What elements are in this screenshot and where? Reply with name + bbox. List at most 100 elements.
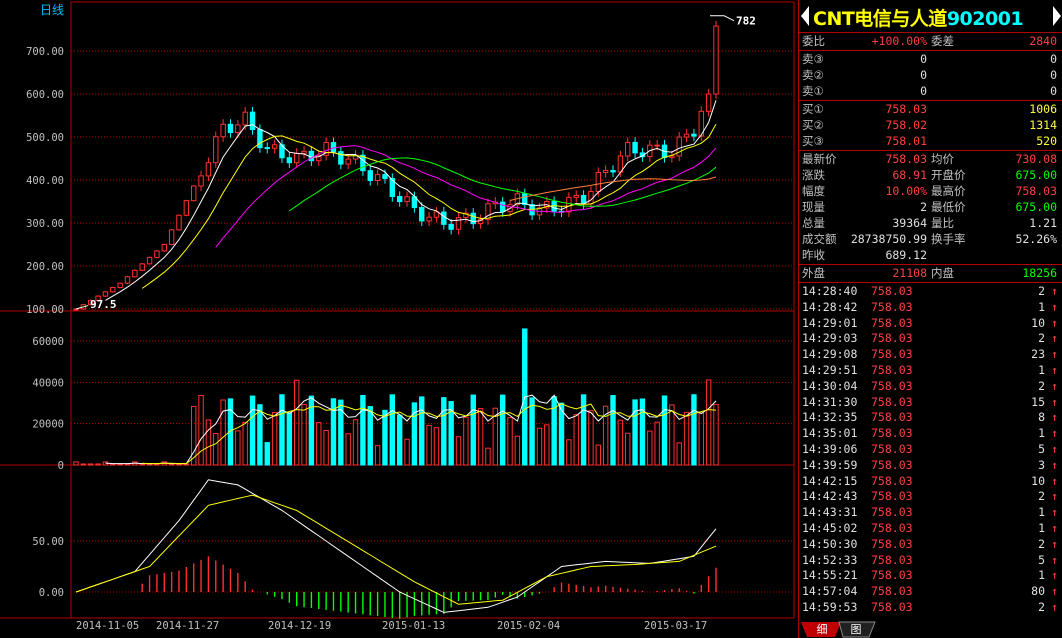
stat-value: 52.26% — [1015, 232, 1057, 246]
sell-level-volume: 0 — [1050, 84, 1057, 98]
tick-time: 14:42:43 — [802, 489, 858, 504]
volume-bar — [124, 463, 131, 466]
period-label: 日线 — [40, 3, 64, 17]
tick-direction-icon: ↑ — [1051, 410, 1058, 425]
tick-row[interactable]: 14:57:04 758.03 80 ↑ — [799, 583, 1061, 599]
stat-label: 换手率 — [931, 232, 966, 246]
tick-direction-icon: ↑ — [1051, 473, 1058, 488]
volume-bar — [168, 463, 175, 466]
candle-body — [573, 194, 579, 198]
macd-axis-label: 50.00 — [32, 536, 64, 548]
tick-time: 14:55:21 — [802, 568, 858, 583]
tick-row[interactable]: 14:29:01 758.03 10 ↑ — [799, 315, 1061, 331]
tick-row[interactable]: 14:31:30 758.03 15 ↑ — [799, 394, 1061, 410]
stat-value: 39364 — [892, 216, 927, 230]
tab-chart[interactable]: 图 — [847, 622, 865, 637]
tick-direction-icon: ↑ — [1051, 378, 1058, 393]
tick-row[interactable]: 14:59:53 758.03 2 ↑ — [799, 599, 1061, 615]
tick-row[interactable]: 14:30:04 758.03 2 ↑ — [799, 378, 1061, 394]
tick-time: 14:31:30 — [802, 394, 858, 409]
tick-volume: 1 — [1038, 363, 1045, 377]
volume-bar — [669, 404, 675, 466]
stat-row: 涨跌 68.91 开盘价 675.00 — [799, 167, 1061, 183]
volume-bar — [220, 399, 226, 466]
candle-body — [610, 169, 616, 173]
price-axis-label: 700.00 — [26, 46, 64, 58]
volume-bar — [617, 419, 624, 466]
volume-bar — [588, 410, 594, 466]
tick-row[interactable]: 14:35:01 758.03 1 ↑ — [799, 425, 1061, 441]
date-axis-label: 2014-11-27 — [156, 620, 219, 632]
tick-volume: 2 — [1038, 536, 1045, 551]
sell-level-volume: 0 — [1050, 68, 1057, 82]
tick-row[interactable]: 14:52:33 758.03 5 ↑ — [799, 552, 1061, 568]
tick-row[interactable]: 14:43:31 758.03 1 ↑ — [799, 504, 1061, 520]
tick-price: 758.03 — [871, 331, 913, 346]
sell-level-row: 卖② 0 0 — [799, 67, 1061, 83]
candle-body — [691, 133, 697, 137]
sell-level-label: 卖② — [802, 68, 824, 82]
tick-direction-icon: ↑ — [1051, 536, 1058, 551]
tick-direction-icon: ↑ — [1051, 363, 1058, 377]
candle-body — [220, 123, 226, 138]
tick-row[interactable]: 14:29:08 758.03 23 ↑ — [799, 346, 1061, 362]
tick-row[interactable]: 14:28:40 758.03 2 ↑ — [799, 283, 1061, 299]
stat-row: 最新价 758.03 均价 730.08 — [799, 151, 1061, 167]
tick-direction-icon: ↑ — [1051, 284, 1058, 298]
volume-bar — [88, 463, 94, 466]
candle-body — [499, 201, 506, 213]
tick-volume: 5 — [1038, 442, 1045, 456]
sell-level-price: 0 — [920, 84, 927, 98]
candle-body — [433, 211, 440, 218]
prev-stock-arrow-icon[interactable] — [801, 6, 809, 26]
candle-body — [249, 111, 256, 131]
tick-price: 758.03 — [871, 426, 913, 441]
sell-level-price: 0 — [920, 52, 927, 66]
tick-row[interactable]: 14:42:43 758.03 2 ↑ — [799, 488, 1061, 504]
volume-bar — [80, 463, 87, 466]
tick-row[interactable]: 14:39:06 758.03 5 ↑ — [799, 441, 1061, 457]
volume-bar — [176, 463, 182, 466]
buy-level-price: 758.01 — [885, 134, 927, 148]
stat-value: 758.03 — [1015, 184, 1057, 198]
tick-direction-icon: ↑ — [1051, 331, 1058, 346]
price-axis-label: 600.00 — [26, 89, 64, 101]
volume-bar — [367, 406, 373, 466]
tick-row[interactable]: 14:32:35 758.03 8 ↑ — [799, 409, 1061, 425]
volume-bar — [654, 421, 660, 466]
volume-bar — [257, 404, 263, 466]
candle-body — [205, 162, 212, 177]
volume-bar — [455, 436, 462, 466]
stat-row: 总量 39364 量比 1.21 — [799, 215, 1061, 231]
volume-bar — [463, 416, 469, 466]
volume-bar — [610, 395, 616, 466]
tick-direction-icon: ↑ — [1051, 394, 1058, 409]
stat-value: 28738750.99 — [850, 232, 927, 246]
tick-row[interactable]: 14:45:02 758.03 1 ↑ — [799, 520, 1061, 536]
tick-row[interactable]: 14:50:30 758.03 2 ↑ — [799, 536, 1061, 552]
tick-row[interactable]: 14:28:42 758.03 1 ↑ — [799, 299, 1061, 315]
tick-time: 14:35:01 — [802, 426, 858, 441]
kline-chart-area[interactable]: 700.00 600.00 500.00 400.00 300.00 200.00 100.… — [0, 0, 796, 638]
candle-body — [382, 174, 388, 179]
buy-level-label: 买② — [802, 118, 824, 132]
tick-price: 758.03 — [871, 378, 913, 393]
candle-body — [404, 196, 410, 203]
waipan-label: 外盘 — [802, 266, 825, 280]
tick-row[interactable]: 14:39:59 758.03 3 ↑ — [799, 457, 1061, 473]
tab-detail[interactable]: 细 — [813, 622, 831, 637]
buy-level-volume: 1314 — [1029, 118, 1057, 132]
volume-bar — [713, 403, 719, 466]
tick-time: 14:28:42 — [802, 299, 858, 314]
tick-row[interactable]: 14:29:51 758.03 1 ↑ — [799, 362, 1061, 378]
tick-row[interactable]: 14:42:15 758.03 10 ↑ — [799, 473, 1061, 489]
tick-row[interactable]: 14:29:03 758.03 2 ↑ — [799, 330, 1061, 346]
candle-body — [161, 244, 167, 252]
stock-title-bar: CNT电信与人道902001 — [799, 0, 1062, 32]
tick-volume: 15 — [1031, 394, 1045, 409]
stat-row: 现量 2 最低价 675.00 — [799, 199, 1061, 215]
volume-bar — [95, 463, 101, 466]
tick-row[interactable]: 14:55:21 758.03 1 ↑ — [799, 567, 1061, 583]
next-stock-arrow-icon[interactable] — [1053, 6, 1061, 26]
kline-chart[interactable]: 700.00 600.00 500.00 400.00 300.00 200.00 100.… — [0, 0, 796, 638]
